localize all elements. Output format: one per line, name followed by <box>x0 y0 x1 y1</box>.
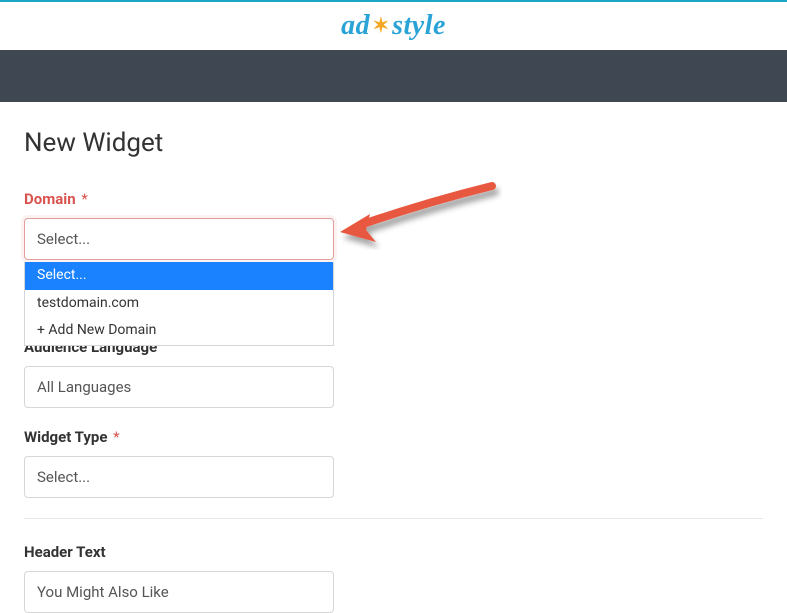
domain-label-text: Domain <box>24 190 76 208</box>
domain-select-value: Select... <box>37 230 90 248</box>
domain-label: Domain * <box>24 190 763 208</box>
star-icon: ✶ <box>370 15 392 35</box>
domain-option-placeholder[interactable]: Select... <box>25 262 333 290</box>
widget-type-label-text: Widget Type <box>24 428 107 446</box>
audience-language-value: All Languages <box>37 378 131 396</box>
header-text-value: You Might Also Like <box>37 583 169 601</box>
field-audience-language: Audience Language All Languages <box>24 338 763 408</box>
nav-band <box>0 50 787 102</box>
domain-option-add-new[interactable]: + Add New Domain <box>25 317 333 345</box>
audience-language-select[interactable]: All Languages <box>24 366 334 408</box>
widget-type-label: Widget Type * <box>24 428 763 446</box>
field-domain: Domain * Select... Select... testdomain.… <box>24 190 763 260</box>
brand-part-ad: ad <box>341 10 370 42</box>
widget-type-value: Select... <box>37 468 90 486</box>
header-text-input[interactable]: You Might Also Like <box>24 571 334 613</box>
domain-select[interactable]: Select... <box>24 218 334 260</box>
field-widget-type: Widget Type * Select... <box>24 428 763 498</box>
widget-type-select[interactable]: Select... <box>24 456 334 498</box>
main-content: New Widget Domain * Select... Select... … <box>0 102 787 613</box>
required-asterisk: * <box>113 428 119 446</box>
section-divider <box>24 518 763 519</box>
required-asterisk: * <box>81 190 87 208</box>
brand-part-style: style <box>392 10 446 42</box>
logo-row: ad ✶ style <box>0 2 787 50</box>
header-text-label: Header Text <box>24 543 763 561</box>
field-header-text: Header Text You Might Also Like <box>24 543 763 613</box>
page-title: New Widget <box>24 128 763 158</box>
brand-logo[interactable]: ad ✶ style <box>341 10 446 42</box>
domain-dropdown: Select... testdomain.com + Add New Domai… <box>24 262 334 346</box>
domain-option-testdomain[interactable]: testdomain.com <box>25 290 333 318</box>
